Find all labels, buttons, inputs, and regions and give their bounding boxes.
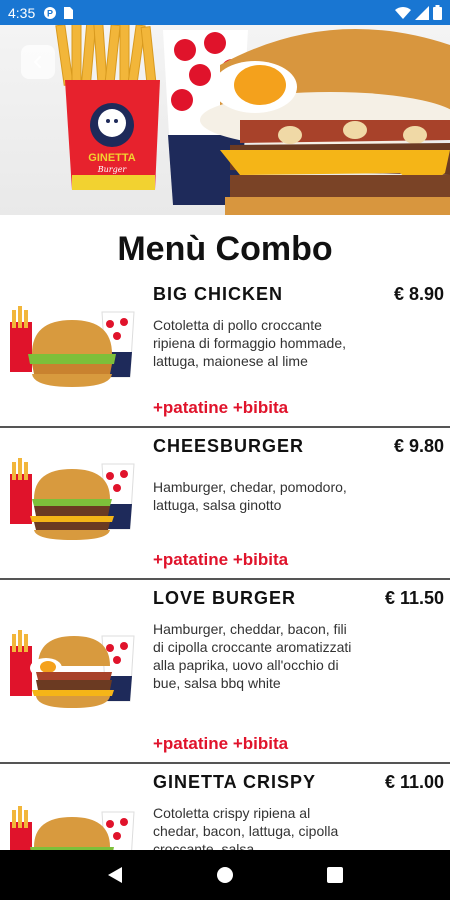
status-bar: 4:35 P xyxy=(0,0,450,25)
svg-text:P: P xyxy=(47,8,53,18)
menu-item-big-chicken[interactable]: BIG CHICKEN € 8.90 Cotoletta di pollo cr… xyxy=(0,276,450,428)
fries-box-illustration: GINETTA Burger xyxy=(55,25,160,190)
item-name: CHEESBURGER xyxy=(153,436,305,456)
item-name: LOVE BURGER xyxy=(153,588,297,608)
page-title: Menù Combo xyxy=(117,230,333,268)
nav-back-button[interactable] xyxy=(103,863,127,887)
status-time: 4:35 xyxy=(8,4,36,21)
item-price: € 11.00 xyxy=(384,772,444,792)
item-name: BIG CHICKEN xyxy=(153,284,284,304)
hero-illustration: GINETTA Burger xyxy=(55,25,450,215)
menu-item-love-burger[interactable]: LOVE BURGER € 11.50 Hamburger, cheddar, … xyxy=(0,580,450,764)
item-extras: +patatine +bibita xyxy=(153,550,289,569)
item-description: Hamburger, cheddar, bacon, fili di cipol… xyxy=(153,621,352,691)
combo-thumbnail xyxy=(10,458,135,540)
home-circle-icon xyxy=(217,867,233,883)
notification-icon: P xyxy=(44,6,57,19)
hero-brand-sub: Burger xyxy=(97,165,128,174)
back-button[interactable] xyxy=(21,45,55,79)
item-price: € 8.90 xyxy=(393,284,444,304)
burger-illustration xyxy=(200,29,450,215)
chevron-left-icon xyxy=(33,56,41,68)
menu-list: BIG CHICKEN € 8.90 Cotoletta di pollo cr… xyxy=(0,276,450,884)
item-price: € 9.80 xyxy=(393,436,444,456)
menu-item-cheesburger[interactable]: CHEESBURGER € 9.80 Hamburger, chedar, po… xyxy=(0,428,450,580)
battery-icon xyxy=(433,5,442,20)
sim-icon xyxy=(64,6,74,19)
item-extras: +patatine +bibita xyxy=(153,734,289,753)
item-description: Cotoletta di pollo croccante ripiena di … xyxy=(153,317,346,369)
hero-banner: GINETTA Burger xyxy=(0,25,450,215)
signal-icon xyxy=(415,5,429,20)
wifi-icon xyxy=(395,6,411,19)
nav-home-button[interactable] xyxy=(213,863,237,887)
combo-thumbnail xyxy=(10,630,135,708)
system-nav-bar xyxy=(0,850,450,900)
back-triangle-icon xyxy=(108,867,122,883)
item-price: € 11.50 xyxy=(384,588,444,608)
nav-recents-button[interactable] xyxy=(323,863,347,887)
item-name: GINETTA CRISPY xyxy=(153,772,317,792)
combo-thumbnail xyxy=(10,306,135,387)
hero-brand-text: GINETTA xyxy=(88,152,136,164)
status-icons xyxy=(395,5,442,20)
item-extras: +patatine +bibita xyxy=(153,398,289,417)
recents-square-icon xyxy=(327,867,343,883)
item-description: Hamburger, chedar, pomodoro, lattuga, sa… xyxy=(153,479,347,513)
